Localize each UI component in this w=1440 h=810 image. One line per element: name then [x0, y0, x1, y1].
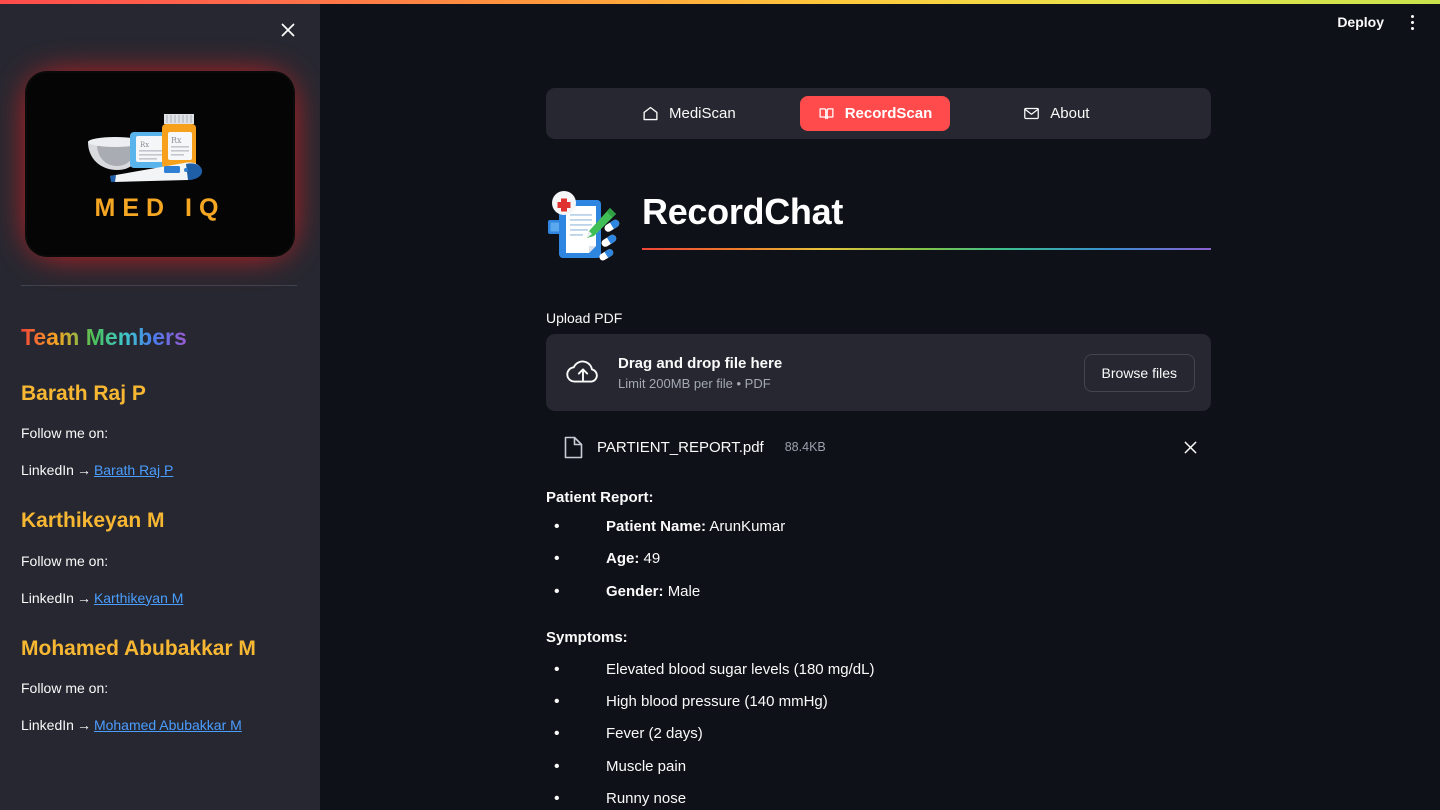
linkedin-link[interactable]: Karthikeyan M: [94, 590, 183, 606]
list-item: Runny nose: [546, 788, 1211, 810]
uploaded-file-name: PARTIENT_REPORT.pdf: [597, 438, 764, 456]
medical-record-icon: [548, 191, 620, 261]
tab-label: About: [1050, 105, 1090, 122]
list-item: Elevated blood sugar levels (180 mg/dL): [546, 659, 1211, 681]
uploaded-file-size: 88.4KB: [784, 440, 826, 454]
tab-recordscan[interactable]: RecordScan: [799, 96, 951, 131]
list-item: Gender: Male: [546, 580, 1211, 602]
team-member-entry: Barath Raj P Follow me on: LinkedIn → Bara…: [21, 381, 299, 478]
list-item: Age: 49: [546, 548, 1211, 570]
team-member-name: Karthikeyan M: [21, 509, 165, 533]
home-icon: [643, 106, 658, 121]
top-gradient-bar: [0, 0, 1440, 4]
team-member-name: Mohamed Abubakkar M: [21, 636, 256, 660]
arrow-glyph: →: [76, 462, 91, 479]
uploaded-file-row: PARTIENT_REPORT.pdf 88.4KB: [546, 423, 1211, 471]
field-label: Patient Name:: [606, 518, 707, 535]
sidebar-divider: [21, 285, 297, 286]
tab-label: RecordScan: [844, 105, 933, 122]
close-icon: [281, 23, 295, 37]
dropzone-title: Drag and drop file here: [618, 354, 783, 372]
remove-file-button[interactable]: [1175, 432, 1205, 462]
platform-label: LinkedIn: [21, 589, 74, 606]
svg-text:Rx: Rx: [140, 141, 149, 149]
social-link-row: LinkedIn → Barath Raj P: [21, 462, 299, 478]
upload-label: Upload PDF: [546, 310, 623, 326]
field-label: Age:: [606, 550, 640, 568]
mediq-logo-art: Rx Rx: [88, 113, 203, 182]
field-value: ArunKumar: [709, 518, 786, 535]
social-link-row: LinkedIn → Karthikeyan M: [21, 590, 299, 606]
patient-report-title: Patient Report:: [546, 489, 654, 506]
kebab-dot: [1410, 26, 1414, 30]
cloud-upload-icon: [566, 360, 598, 383]
platform-label: LinkedIn: [21, 462, 74, 479]
logo-text: MED IQ: [94, 193, 226, 222]
page-title: RecordChat: [642, 191, 844, 232]
main-content: Deploy MediScan RecordScan About RecordC…: [320, 0, 1440, 810]
title-rainbow-rule: [642, 248, 1211, 251]
top-bar: Deploy: [1327, 0, 1440, 44]
social-link-row: LinkedIn → Mohamed Abubakkar M: [21, 717, 299, 733]
arrow-glyph: →: [76, 716, 91, 733]
follow-label: Follow me on:: [21, 425, 109, 442]
file-icon: [564, 436, 583, 458]
list-item: Patient Name: ArunKumar: [546, 516, 1211, 538]
tab-about[interactable]: About: [1005, 96, 1107, 131]
close-icon: [1184, 441, 1196, 453]
tab-mediscan[interactable]: MediScan: [624, 96, 754, 131]
list-item: High blood pressure (140 mmHg): [546, 691, 1211, 713]
field-value: Male: [667, 582, 701, 600]
follow-label: Follow me on:: [21, 679, 109, 696]
file-dropzone[interactable]: Drag and drop file here Limit 200MB per …: [546, 334, 1211, 411]
content-column: MediScan RecordScan About RecordChat Upl…: [546, 0, 1211, 810]
field-value: 49: [643, 550, 661, 568]
kebab-dot: [1410, 14, 1414, 18]
list-item: Muscle pain: [546, 755, 1211, 777]
app-logo: Rx Rx MED IQ: [21, 64, 299, 264]
logo-card: Rx Rx MED IQ: [27, 73, 293, 255]
kebab-dot: [1410, 20, 1414, 24]
page-header: RecordChat: [546, 184, 1211, 264]
patient-report-section: Patient Report: Patient Name: ArunKumar …: [546, 489, 1211, 810]
symptoms-title: Symptoms:: [546, 628, 628, 646]
symptoms-list: Elevated blood sugar levels (180 mg/dL) …: [546, 659, 1211, 810]
svg-text:Rx: Rx: [171, 136, 182, 145]
arrow-glyph: →: [76, 589, 91, 606]
browse-files-button[interactable]: Browse files: [1083, 353, 1195, 392]
follow-label: Follow me on:: [21, 552, 109, 569]
header-text: RecordChat: [642, 184, 1211, 251]
book-icon: [819, 108, 834, 120]
team-member-entry: Karthikeyan M Follow me on: LinkedIn → Kar…: [21, 508, 299, 605]
linkedin-link[interactable]: Barath Raj P: [94, 462, 173, 478]
patient-fields-list: Patient Name: ArunKumar Age: 49 Gender: …: [546, 516, 1211, 602]
field-label: Gender:: [606, 582, 664, 600]
dropzone-subtitle: Limit 200MB per file • PDF: [618, 375, 771, 391]
team-member-name: Barath Raj P: [21, 382, 146, 405]
linkedin-link[interactable]: Mohamed Abubakkar M: [94, 717, 242, 733]
tab-label: MediScan: [669, 105, 736, 122]
platform-label: LinkedIn: [21, 716, 74, 733]
sidebar-close-button[interactable]: [272, 14, 304, 46]
team-member-entry: Mohamed Abubakkar M Follow me on: Linked…: [21, 636, 299, 733]
list-item: Fever (2 days): [546, 723, 1211, 745]
dropzone-text: Drag and drop file here Limit 200MB per …: [618, 355, 1068, 391]
mail-icon: [1024, 107, 1040, 120]
tab-bar: MediScan RecordScan About: [546, 88, 1211, 139]
sidebar: Rx Rx MED IQ Team Members Barath Raj P F…: [0, 0, 320, 810]
team-members-heading: Team Members: [21, 324, 187, 350]
deploy-button[interactable]: Deploy: [1327, 8, 1394, 36]
kebab-menu-icon[interactable]: [1398, 8, 1426, 36]
